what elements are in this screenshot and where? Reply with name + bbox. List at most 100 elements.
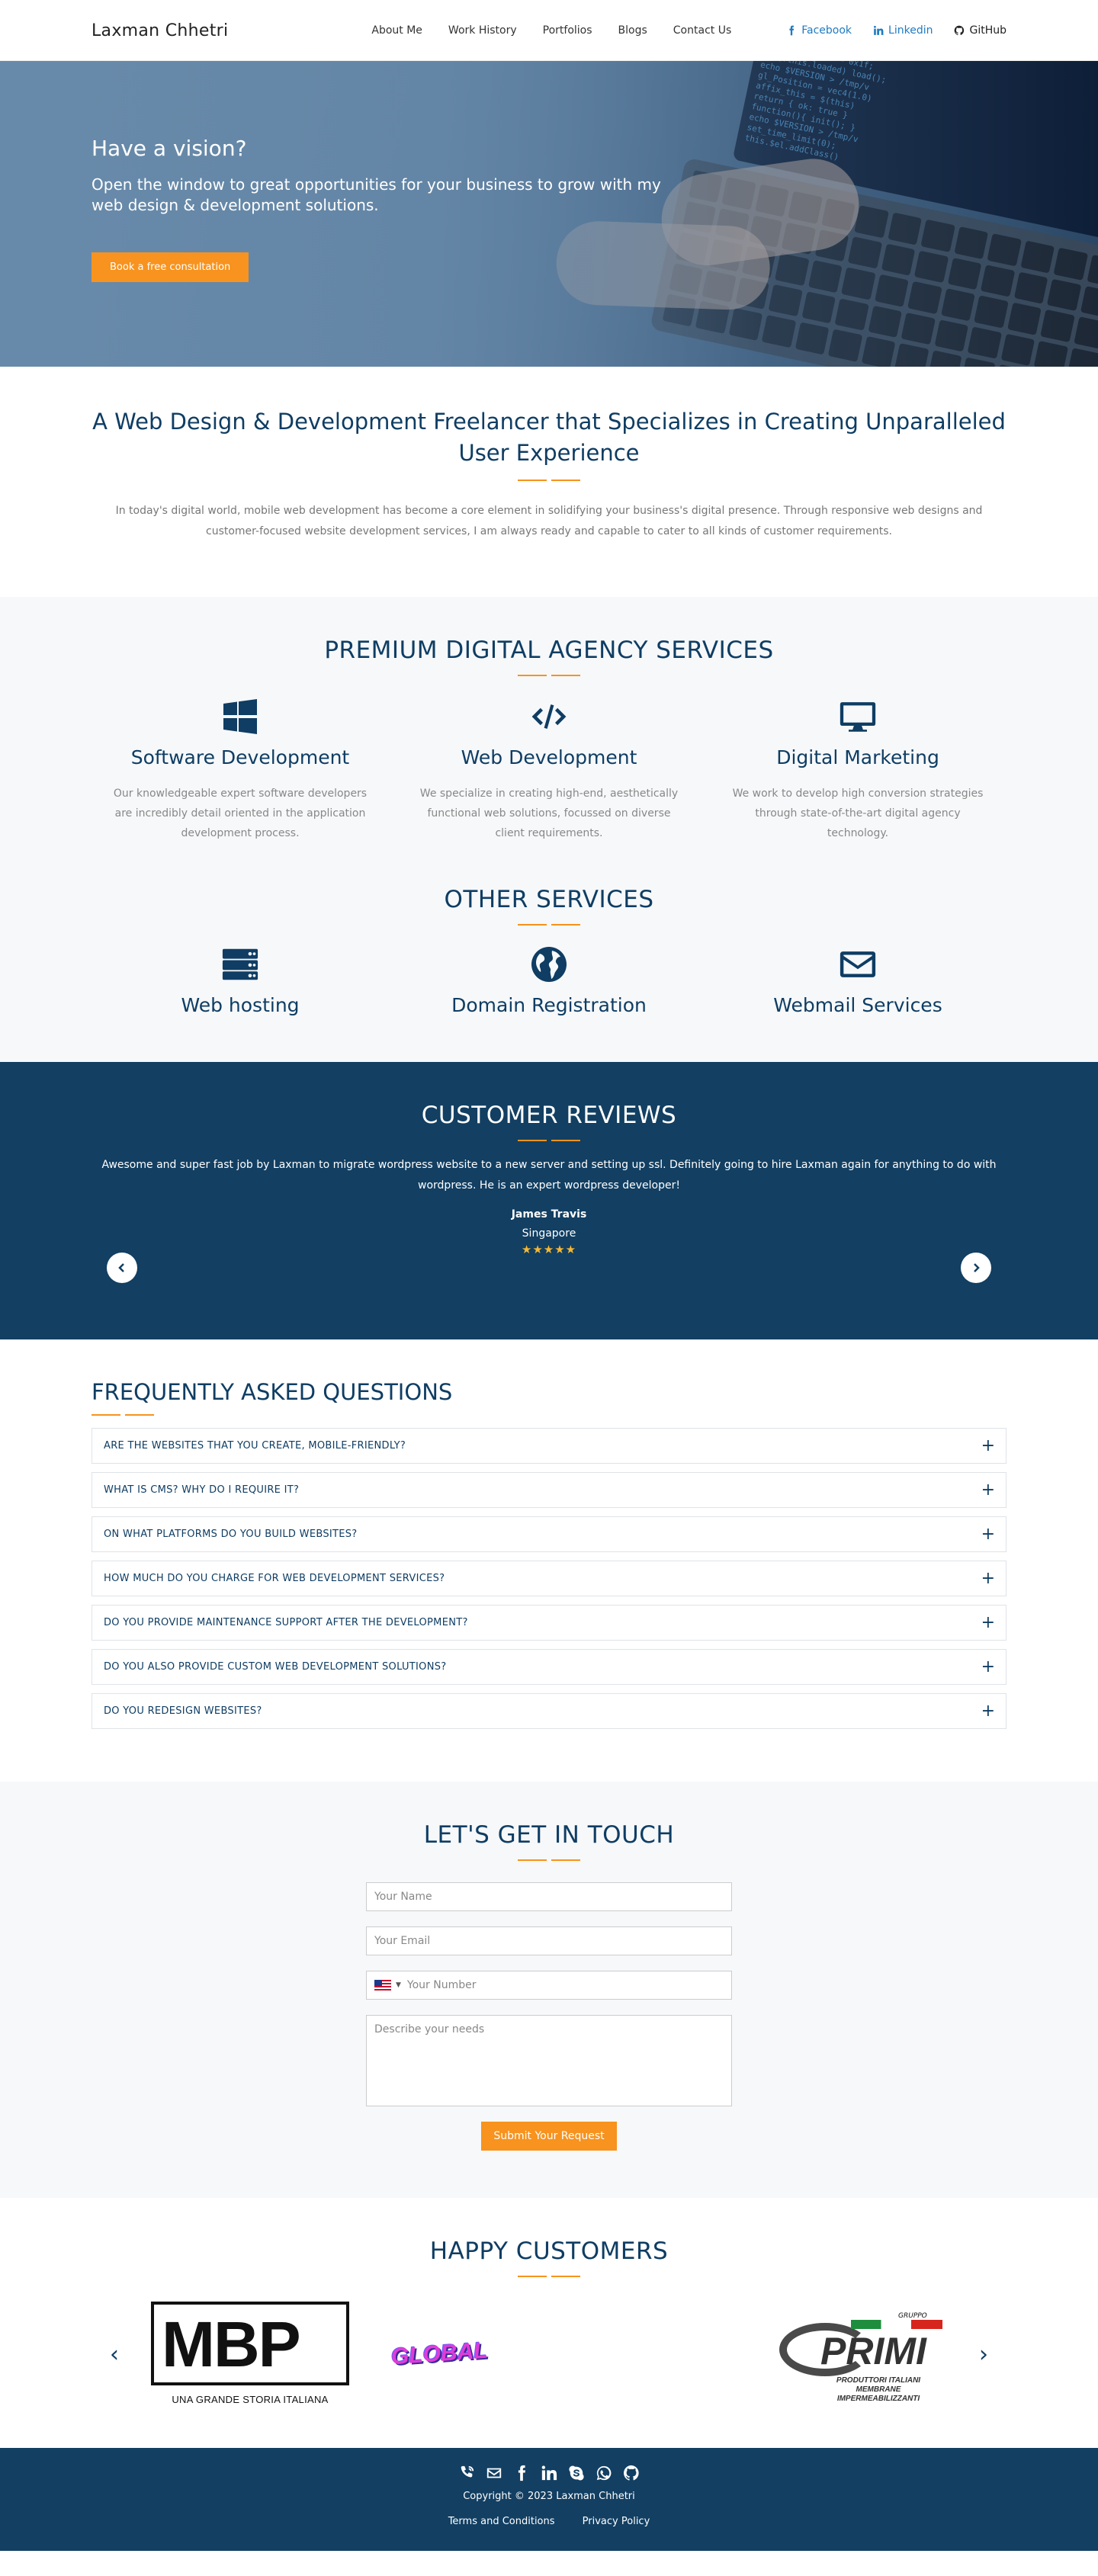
mbp-logo: MBP UNA GRANDE STORIA ITALIANA <box>143 2297 357 2411</box>
book-consultation-button[interactable]: Book a free consultation <box>92 252 249 282</box>
terms-link[interactable]: Terms and Conditions <box>448 2516 555 2527</box>
linkedin-icon <box>874 25 884 35</box>
services-title: PREMIUM DIGITAL AGENCY SERVICES <box>324 637 774 664</box>
chevron-right-icon[interactable]: › <box>976 2341 991 2368</box>
contact-title: LET'S GET IN TOUCH <box>423 1821 675 1849</box>
faq-question: WHAT IS CMS? WHY DO I REQUIRE IT? <box>104 1484 300 1496</box>
github-icon[interactable] <box>623 2465 640 2481</box>
footer-icons <box>0 2465 1098 2481</box>
plus-icon: + <box>981 1701 995 1721</box>
linkedin-icon[interactable] <box>541 2465 557 2481</box>
linkedin-label: Linkedin <box>888 24 933 37</box>
facebook-icon[interactable] <box>513 2465 530 2481</box>
hero-title: Have a vision? <box>92 136 247 161</box>
service-text: Our knowledgeable expert software develo… <box>113 788 368 839</box>
whatsapp-icon[interactable] <box>596 2465 612 2481</box>
chevron-left-icon[interactable]: ‹ <box>107 2341 122 2368</box>
service-software-development: Software Development Our knowledgeable e… <box>92 698 389 843</box>
nav-work-history[interactable]: Work History <box>448 24 517 37</box>
linkedin-link[interactable]: Linkedin <box>873 24 933 37</box>
privacy-link[interactable]: Privacy Policy <box>583 2516 650 2527</box>
customers-title: HAPPY CUSTOMERS <box>429 2238 669 2265</box>
service-text: We work to develop high conversion strat… <box>732 788 984 839</box>
review-prev-button[interactable] <box>107 1253 137 1283</box>
happy-customers-section: HAPPY CUSTOMERS ‹ MBP UNA GRANDE STORIA … <box>0 2198 1098 2448</box>
reviewer-name: James Travis <box>511 1208 587 1221</box>
rating-stars: ★★★★★ <box>521 1243 577 1256</box>
intro-text: In today's digital world, mobile web dev… <box>115 505 983 537</box>
section-divider <box>92 480 1006 481</box>
facebook-link[interactable]: Facebook <box>786 24 852 37</box>
nav-blogs[interactable]: Blogs <box>618 24 647 37</box>
globe-icon <box>531 947 567 982</box>
hero-subtitle: Open the window to great opportunities f… <box>92 175 661 214</box>
other-services-title: OTHER SERVICES <box>444 886 654 913</box>
plus-icon: + <box>981 1480 995 1500</box>
section-divider <box>92 2276 1006 2277</box>
footer-links: Terms and Conditions Privacy Policy <box>0 2516 1098 2527</box>
faq-item[interactable]: ON WHAT PLATFORMS DO YOU BUILD WEBSITES?… <box>92 1516 1006 1552</box>
plus-icon: + <box>981 1436 995 1455</box>
primi-logo: GRUPPO PRIMI PRODUTTORI ITALIANI MEMBRAN… <box>772 2297 955 2411</box>
plus-icon: + <box>981 1524 995 1544</box>
customer-logos-carousel: ‹ MBP UNA GRANDE STORIA ITALIANA GLOBAL … <box>92 2297 1006 2411</box>
main-nav: About Me Work History Portfolios Blogs C… <box>345 24 1006 37</box>
server-icon <box>222 948 258 980</box>
service-web-hosting: Web hosting <box>92 945 389 1016</box>
chevron-left-icon <box>118 1263 124 1272</box>
github-icon <box>955 25 965 36</box>
github-link[interactable]: GitHub <box>954 24 1006 37</box>
email-input[interactable]: Your Email <box>366 1926 732 1955</box>
copyright-text: Copyright © 2023 Laxman Chhetri <box>463 2491 635 2502</box>
hero-banner: echo $VERSION > /tmp/v fwrite(file, data… <box>0 61 1098 367</box>
review-quote: Awesome and super fast job by Laxman to … <box>101 1159 997 1192</box>
submit-request-button[interactable]: Submit Your Request <box>481 2122 617 2151</box>
nav-contact[interactable]: Contact Us <box>673 24 731 37</box>
faq-question: ARE THE WEBSITES THAT YOU CREATE, MOBILE… <box>104 1440 406 1452</box>
service-web-development: Web Development We specialize in creatin… <box>400 698 698 843</box>
navbar: Laxman Chhetri About Me Work History Por… <box>0 0 1098 61</box>
phone-placeholder: Your Number <box>406 1979 477 1991</box>
faq-item[interactable]: DO YOU ALSO PROVIDE CUSTOM WEB DEVELOPME… <box>92 1649 1006 1685</box>
faq-item[interactable]: HOW MUCH DO YOU CHARGE FOR WEB DEVELOPME… <box>92 1561 1006 1596</box>
envelope-icon <box>840 951 876 977</box>
review-next-button[interactable] <box>961 1253 991 1283</box>
faq-item[interactable]: DO YOU PROVIDE MAINTENANCE SUPPORT AFTER… <box>92 1605 1006 1641</box>
skype-icon[interactable] <box>568 2465 585 2481</box>
chevron-right-icon <box>974 1263 980 1272</box>
faq-question: HOW MUCH DO YOU CHARGE FOR WEB DEVELOPME… <box>104 1573 445 1584</box>
service-name: Domain Registration <box>451 994 647 1016</box>
contact-form: Your Name Your Email ▼ Your Number Descr… <box>366 1882 732 2151</box>
site-brand[interactable]: Laxman Chhetri <box>92 21 228 40</box>
name-input[interactable]: Your Name <box>366 1882 732 1911</box>
facebook-label: Facebook <box>801 24 852 37</box>
facebook-icon <box>789 25 795 36</box>
faq-item[interactable]: ARE THE WEBSITES THAT YOU CREATE, MOBILE… <box>92 1428 1006 1464</box>
faq-item[interactable]: WHAT IS CMS? WHY DO I REQUIRE IT? + <box>92 1472 1006 1508</box>
intro-section: A Web Design & Development Freelancer th… <box>0 367 1098 597</box>
section-divider <box>92 1414 1006 1416</box>
section-divider <box>92 924 1006 925</box>
reviews-title: CUSTOMER REVIEWS <box>421 1102 677 1129</box>
nav-portfolios[interactable]: Portfolios <box>543 24 592 37</box>
phone-input[interactable]: ▼ Your Number <box>366 1971 732 2000</box>
needs-textarea[interactable]: Describe your needs <box>366 2015 732 2106</box>
faq-question: DO YOU PROVIDE MAINTENANCE SUPPORT AFTER… <box>104 1617 468 1628</box>
us-flag-icon[interactable] <box>374 1980 391 1991</box>
global-logo: GLOBAL <box>390 2337 489 2370</box>
faq-list: ARE THE WEBSITES THAT YOU CREATE, MOBILE… <box>92 1428 1006 1729</box>
phone-icon[interactable] <box>458 2465 475 2481</box>
nav-social: Facebook Linkedin GitHub <box>765 24 1006 37</box>
customer-reviews-section: CUSTOMER REVIEWS Awesome and super fast … <box>0 1062 1098 1339</box>
service-name: Web Development <box>461 746 637 768</box>
reviewer-location: Singapore <box>522 1227 576 1240</box>
faq-item[interactable]: DO YOU REDESIGN WEBSITES? + <box>92 1693 1006 1729</box>
faq-section: FREQUENTLY ASKED QUESTIONS ARE THE WEBSI… <box>0 1339 1098 1782</box>
faq-title: FREQUENTLY ASKED QUESTIONS <box>92 1379 453 1405</box>
caret-down-icon: ▼ <box>396 1981 401 1989</box>
github-label: GitHub <box>969 24 1006 37</box>
service-name: Webmail Services <box>773 994 942 1016</box>
envelope-icon[interactable] <box>486 2465 502 2481</box>
service-name: Web hosting <box>181 994 300 1016</box>
nav-about[interactable]: About Me <box>371 24 422 37</box>
